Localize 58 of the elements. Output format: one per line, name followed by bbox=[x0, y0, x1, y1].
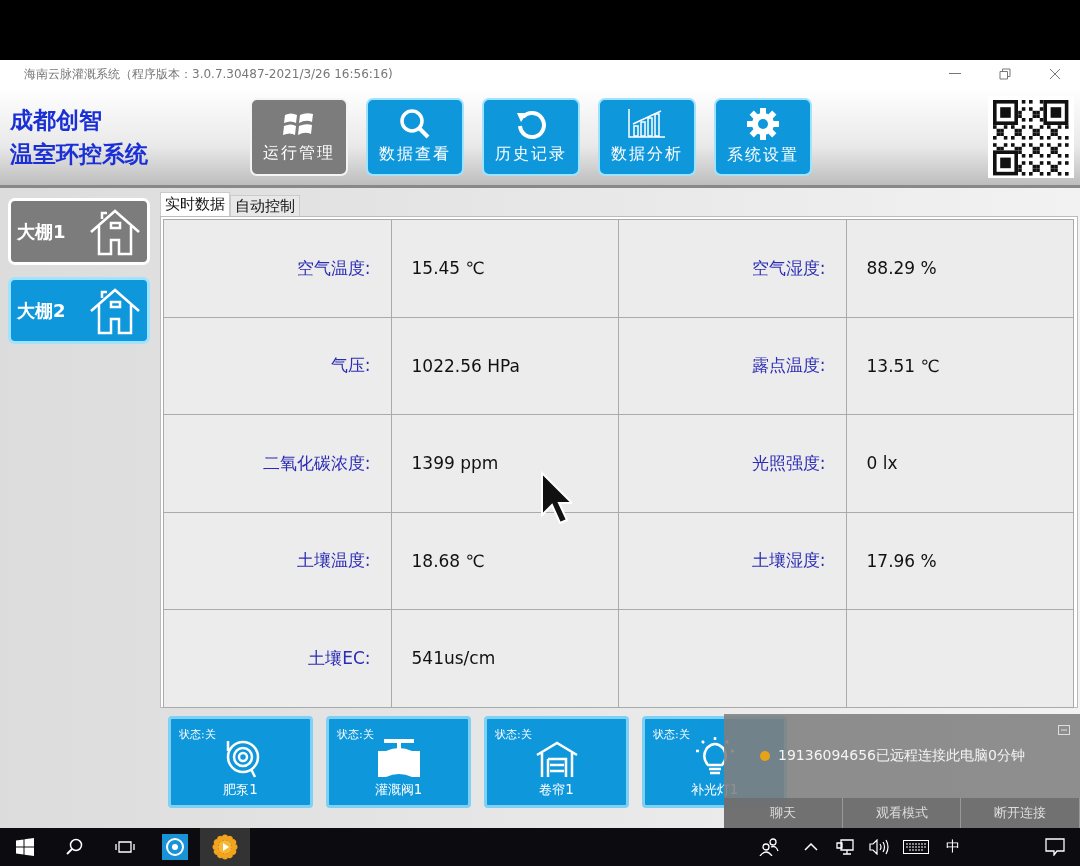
reading-label: 土壤湿度: bbox=[751, 549, 826, 573]
reading-value: 0 lx bbox=[866, 453, 898, 474]
minimize-icon bbox=[949, 73, 961, 75]
garage-icon bbox=[534, 741, 579, 779]
restore-icon bbox=[999, 68, 1011, 80]
brand-subtitle: 温室环控系统 bbox=[10, 139, 149, 169]
reading-label: 土壤温度: bbox=[296, 549, 371, 573]
notification-action[interactable]: 观看模式 bbox=[842, 798, 962, 828]
status-text: 状态:关 bbox=[179, 727, 216, 742]
valve-icon bbox=[375, 739, 422, 779]
reading-value: 541us/cm bbox=[411, 648, 496, 669]
nav-button[interactable]: 数据查看 bbox=[366, 97, 464, 176]
reading-value: 15.45 ℃ bbox=[411, 258, 485, 279]
reading-label: 二氧化碳浓度: bbox=[262, 451, 371, 475]
status-dot bbox=[760, 751, 770, 761]
nav-button[interactable]: 历史记录 bbox=[482, 97, 580, 176]
notification-action[interactable]: 断开连接 bbox=[961, 798, 1080, 828]
reading-value: 13.51 ℃ bbox=[866, 355, 940, 376]
greenhouse-button[interactable]: 大棚2 bbox=[8, 277, 150, 344]
reading-label: 光照强度: bbox=[751, 451, 826, 475]
window-title: 海南云脉灌溉系统（程序版本：3.0.7.30487-2021/3/26 16:56:16) bbox=[24, 65, 394, 83]
brand-title: 成都创智 bbox=[10, 105, 103, 135]
reading-label: 气压: bbox=[330, 354, 371, 378]
tab[interactable]: 自动控制 bbox=[230, 195, 300, 216]
windows-logo-icon bbox=[16, 838, 34, 856]
collapse-icon bbox=[1058, 725, 1070, 735]
reading-label: 露点温度: bbox=[751, 354, 826, 378]
house-icon bbox=[89, 286, 141, 335]
reading-value: 1022.56 HPa bbox=[411, 355, 520, 376]
mouse-cursor-icon bbox=[540, 471, 572, 525]
close-icon bbox=[1049, 68, 1061, 80]
device-button[interactable]: 状态:关 卷帘1 bbox=[484, 716, 629, 808]
bar-chart-icon bbox=[627, 108, 667, 140]
nav-button[interactable]: 系统设置 bbox=[714, 97, 812, 176]
search-icon bbox=[399, 108, 431, 140]
reading-label: 空气湿度: bbox=[751, 256, 826, 280]
settings-icon bbox=[746, 107, 780, 141]
status-text: 状态:关 bbox=[653, 727, 690, 742]
notification-message: 19136094656已远程连接此电脑0分钟 bbox=[778, 747, 1025, 765]
device-button[interactable]: 状态:关 灌溉阀1 bbox=[326, 716, 471, 808]
reading-value: 1399 ppm bbox=[411, 453, 499, 474]
reading-value: 17.96 % bbox=[866, 550, 937, 571]
device-button[interactable]: 状态:关 肥泵1 bbox=[168, 716, 313, 808]
status-text: 状态:关 bbox=[337, 727, 374, 742]
reading-label: 土壤EC: bbox=[308, 646, 371, 670]
sun-app-icon[interactable] bbox=[200, 828, 250, 866]
nav-button[interactable]: 数据分析 bbox=[598, 97, 696, 176]
nav-button[interactable]: 运行管理 bbox=[250, 97, 348, 176]
reading-value: 18.68 ℃ bbox=[411, 550, 485, 571]
status-text: 状态:关 bbox=[495, 727, 532, 742]
house-icon bbox=[89, 207, 141, 256]
input-method-indicator[interactable]: 中 bbox=[936, 838, 970, 856]
history-icon bbox=[515, 108, 547, 140]
greenhouse-button[interactable]: 大棚1 bbox=[8, 198, 150, 265]
reading-value: 88.29 % bbox=[866, 258, 937, 279]
tab[interactable]: 实时数据 bbox=[160, 192, 230, 216]
reading-label: 空气温度: bbox=[296, 256, 371, 280]
notification-action[interactable]: 聊天 bbox=[724, 798, 843, 828]
